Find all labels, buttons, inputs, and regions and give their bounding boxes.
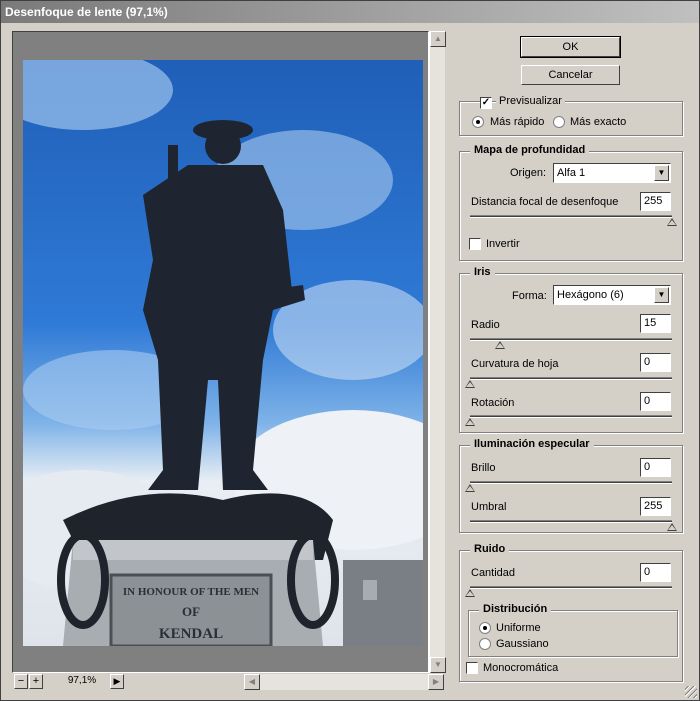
depth-map-title: Mapa de profundidad [470,144,590,156]
scroll-up-button[interactable]: ▲ [430,31,446,47]
ok-button[interactable]: OK [520,36,621,58]
check-icon: ✓ [481,97,491,108]
source-value: Alfa 1 [557,167,586,179]
blade-curvature-track [470,377,672,380]
threshold-track [470,520,672,523]
distribution-title: Distribución [479,603,552,615]
resize-grip-icon[interactable] [685,686,697,698]
invert-label: Invertir [486,238,520,250]
zoom-out-button[interactable]: − [14,674,28,689]
blade-curvature-label: Curvatura de hoja [471,358,559,370]
brightness-field[interactable]: 0 [640,458,671,477]
more-accurate-radio[interactable] [553,116,565,128]
down-arrow-icon: ▼ [434,660,442,669]
scroll-down-button[interactable]: ▼ [430,657,446,673]
zoom-in-button[interactable]: + [29,674,43,689]
radius-slider[interactable] [495,341,506,349]
threshold-slider[interactable] [667,523,677,531]
shape-value: Hexágono (6) [557,289,624,301]
noise-group: Ruido Cantidad 0 Distribución Uniforme G… [459,543,683,682]
gaussian-radio[interactable] [479,638,491,650]
scroll-left-button[interactable]: ◀ [244,674,260,690]
amount-field[interactable]: 0 [640,563,671,582]
preview-horizontal-scrollbar[interactable]: ◀ ▶ [244,674,444,690]
iris-title: Iris [470,266,495,278]
uniform-radio[interactable] [479,622,491,634]
radius-label: Radio [471,319,500,331]
chevron-down-icon: ▼ [654,287,669,303]
faster-radio[interactable] [472,116,484,128]
brightness-slider[interactable] [465,484,475,492]
preview-image: IN HONOUR OF THE MEN OF KENDAL [23,60,423,646]
preview-vertical-scrollbar[interactable]: ▲ ▼ [429,31,446,673]
uniform-label: Uniforme [496,622,541,634]
specular-title: Iluminación especular [470,438,594,450]
amount-label: Cantidad [471,567,516,579]
zoom-bar: − + 97,1% ▶ ◀ ▶ [12,673,445,691]
specular-highlights-group: Iluminación especular Brillo 0 Umbral 25… [459,438,683,533]
focal-distance-label: Distancia focal de desenfoque [471,196,619,208]
statue-illustration: IN HONOUR OF THE MEN OF KENDAL [23,60,423,646]
right-arrow-icon: ▶ [432,677,440,686]
more-accurate-label: Más exacto [570,116,627,128]
up-arrow-icon: ▲ [434,34,442,43]
shape-label: Forma: [512,290,547,302]
scroll-right-button[interactable]: ▶ [428,674,444,690]
source-label: Origen: [510,167,547,179]
window-title: Desenfoque de lente (97,1%) [1,1,699,23]
focal-distance-field[interactable]: 255 [640,192,671,211]
plaque-line-1: IN HONOUR OF THE MEN [123,586,259,598]
depth-map-group: Mapa de profundidad Origen: Alfa 1 ▼ Dis… [459,144,683,261]
rotation-field[interactable]: 0 [640,392,671,411]
preview-label: Previsualizar [496,95,565,107]
rotation-slider[interactable] [465,418,475,426]
plaque-line-2: OF [182,604,200,619]
threshold-label: Umbral [471,501,507,513]
zoom-level: 97,1% [44,674,120,689]
monochromatic-label: Monocromática [483,662,559,674]
preview-checkbox[interactable]: ✓ [480,97,492,109]
plaque-line-3: KENDAL [159,626,223,642]
radius-field[interactable]: 15 [640,314,671,333]
amount-track [470,586,672,589]
preview-options-group: ✓ Previsualizar Más rápido Más exacto [459,95,683,136]
brightness-label: Brillo [471,462,496,474]
monochromatic-checkbox[interactable] [466,662,478,674]
brightness-track [470,481,672,484]
iris-group: Iris Forma: Hexágono (6) ▼ Radio 15 Curv… [459,266,683,433]
faster-label: Más rápido [490,116,545,128]
distribution-group: Distribución Uniforme Gaussiano [468,603,678,657]
lens-blur-dialog: Desenfoque de lente (97,1%) IN HONOUR OF… [0,0,700,701]
focal-distance-track [470,215,672,218]
cancel-button[interactable]: Cancelar [521,65,620,85]
focal-distance-slider[interactable] [667,218,677,226]
source-select[interactable]: Alfa 1 ▼ [553,163,671,183]
threshold-field[interactable]: 255 [640,497,671,516]
zoom-menu-button[interactable]: ▶ [110,674,124,689]
preview-area[interactable]: IN HONOUR OF THE MEN OF KENDAL [12,31,429,673]
shape-select[interactable]: Hexágono (6) ▼ [553,285,671,305]
blade-curvature-slider[interactable] [465,380,475,388]
blade-curvature-field[interactable]: 0 [640,353,671,372]
rotation-label: Rotación [471,397,515,409]
left-arrow-icon: ◀ [248,677,256,686]
amount-slider[interactable] [465,589,475,597]
noise-title: Ruido [470,543,510,555]
rotation-track [470,415,672,418]
chevron-down-icon: ▼ [654,165,669,181]
gaussian-label: Gaussiano [496,638,549,650]
invert-checkbox[interactable] [469,238,481,250]
